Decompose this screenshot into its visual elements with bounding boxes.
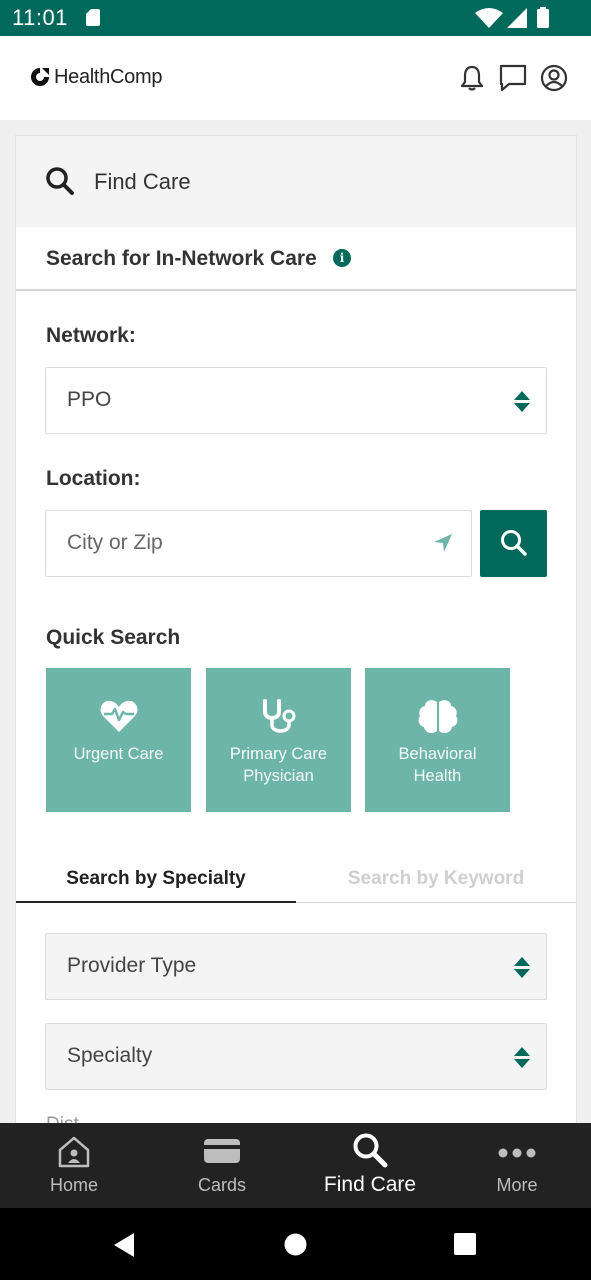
app-header: HealthComp: [0, 36, 591, 120]
specialty-select[interactable]: Specialty: [45, 1023, 547, 1090]
status-time: 11:01: [12, 5, 68, 30]
select-arrows-icon: [514, 1047, 530, 1069]
nav-cards[interactable]: Cards: [148, 1123, 296, 1208]
chat-icon[interactable]: [498, 63, 528, 93]
tab-search-by-keyword[interactable]: Search by Keyword: [296, 868, 576, 890]
heart-pulse-icon: [100, 700, 137, 732]
brand-name: HealthComp: [54, 65, 163, 88]
sd-card-icon: [86, 9, 100, 26]
search-icon: [501, 530, 527, 556]
location-input[interactable]: City or Zip: [45, 510, 472, 577]
brain-icon: [418, 700, 457, 734]
account-icon[interactable]: [539, 63, 569, 93]
quick-search-urgent-care[interactable]: Urgent Care: [46, 668, 191, 812]
select-arrows-icon: [514, 957, 530, 979]
system-nav-bar: [0, 1208, 591, 1280]
back-icon[interactable]: [112, 1232, 136, 1258]
recents-icon[interactable]: [454, 1233, 476, 1255]
info-icon[interactable]: i: [333, 249, 351, 267]
quick-search-label: Urgent Care: [73, 745, 164, 763]
section-title: Search for In-Network Care: [46, 247, 317, 270]
bottom-nav: Home Cards Find Care More: [0, 1123, 591, 1208]
specialty-placeholder: Specialty: [67, 1044, 153, 1067]
quick-search-label: Primary Care Physician: [229, 745, 328, 785]
nav-find-care[interactable]: Find Care: [296, 1123, 444, 1208]
search-icon: [353, 1133, 388, 1168]
system-status-icons: [475, 7, 549, 28]
find-care-card: Find Care Search for In-Network Care i N…: [15, 135, 577, 1123]
location-label: Location:: [46, 467, 141, 490]
quick-search-primary-care[interactable]: Primary Care Physician: [206, 668, 351, 812]
home-circle-icon[interactable]: [284, 1233, 307, 1256]
nav-label: Home: [49, 1175, 98, 1195]
page-title: Find Care: [94, 169, 191, 194]
location-placeholder: City or Zip: [67, 531, 163, 554]
location-search-button[interactable]: [480, 510, 547, 577]
select-arrows-icon: [514, 391, 530, 413]
distance-label: Dist...: [46, 1114, 95, 1123]
battery-icon: [537, 9, 549, 28]
signal-icon: [507, 8, 527, 28]
tab-search-by-specialty[interactable]: Search by Specialty: [16, 868, 296, 890]
location-arrow-icon[interactable]: [433, 533, 453, 553]
divider: [16, 289, 576, 291]
wifi-icon: [475, 8, 503, 28]
quick-search-behavioral-health[interactable]: Behavioral Health: [365, 668, 510, 812]
provider-type-placeholder: Provider Type: [67, 954, 197, 977]
more-icon: [498, 1148, 536, 1158]
nav-home[interactable]: Home: [0, 1123, 148, 1208]
healthcomp-logo-icon: [31, 68, 49, 86]
network-label: Network:: [46, 324, 136, 347]
find-care-header: Find Care: [16, 136, 576, 227]
search-icon: [46, 167, 74, 195]
bell-icon[interactable]: [457, 63, 487, 93]
stethoscope-icon: [262, 699, 295, 733]
brand-logo: HealthComp: [30, 64, 162, 90]
quick-search-title: Quick Search: [46, 626, 181, 649]
quick-search-label: Behavioral Health: [398, 745, 477, 785]
nav-label: Find Care: [323, 1173, 417, 1196]
home-icon: [58, 1136, 90, 1168]
nav-label: Cards: [197, 1175, 246, 1195]
network-value: PPO: [67, 388, 112, 411]
network-select[interactable]: PPO: [45, 367, 547, 434]
nav-label: More: [496, 1175, 538, 1195]
nav-more[interactable]: More: [443, 1123, 591, 1208]
card-icon: [204, 1139, 240, 1163]
provider-type-select[interactable]: Provider Type: [45, 933, 547, 1000]
active-tab-indicator: [16, 901, 296, 903]
status-bar: 11:01: [0, 0, 591, 36]
